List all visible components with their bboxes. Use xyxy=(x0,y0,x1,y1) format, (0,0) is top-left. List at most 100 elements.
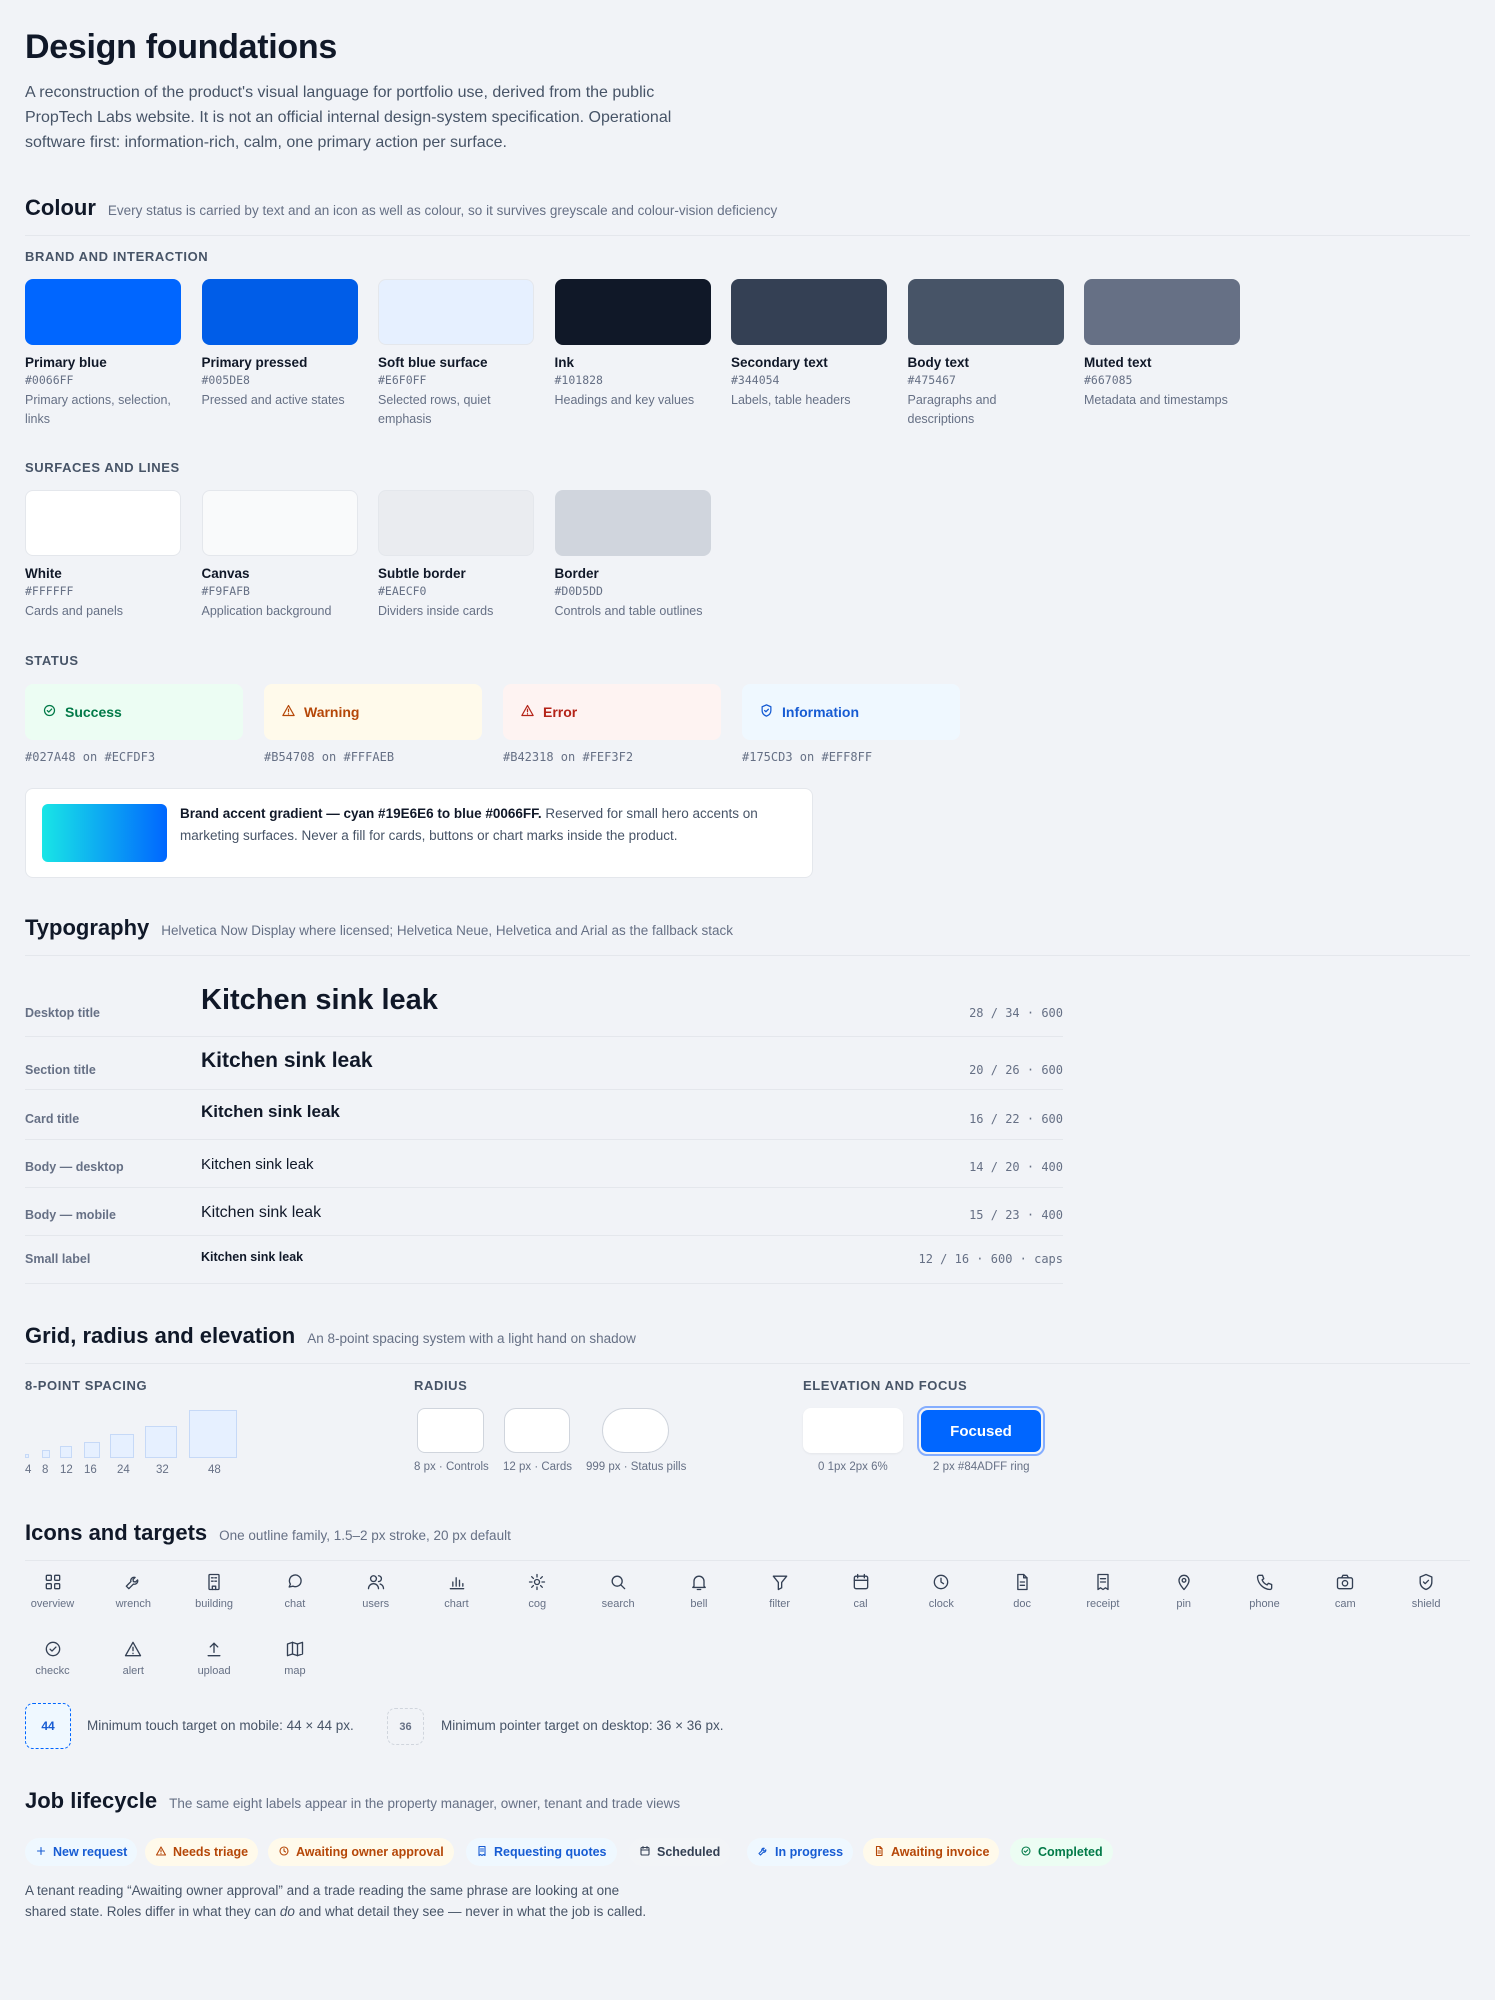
clock-icon xyxy=(901,1572,982,1592)
icons-desc: One outline family, 1.5–2 px stroke, 20 … xyxy=(219,1528,511,1543)
swatch-hex: #EAECF0 xyxy=(378,584,427,598)
icon-tile: bell xyxy=(658,1572,739,1610)
users-icon xyxy=(335,1572,416,1592)
status-box: Information xyxy=(742,684,960,740)
colour-swatch: Secondary text #344054 Labels, table heade… xyxy=(731,279,887,410)
swatch-color xyxy=(201,490,358,556)
chip-label: Requesting quotes xyxy=(494,1845,607,1859)
page-title: Design foundations xyxy=(25,28,337,66)
type-spec: 28 / 34 · 600 xyxy=(969,1006,1063,1020)
status-chip: In progress xyxy=(747,1838,854,1866)
swatch-color xyxy=(25,490,181,556)
type-sample: Kitchen sink leak xyxy=(201,1250,304,1264)
map-icon xyxy=(254,1639,335,1659)
colour-desc: Every status is carried by text and an i… xyxy=(107,203,778,218)
status-label: Error xyxy=(543,704,578,720)
check-circle-icon xyxy=(42,703,65,721)
chip-label: Scheduled xyxy=(657,1845,721,1859)
elevation-heading: ELEVATION AND FOCUS xyxy=(803,1378,968,1393)
swatch-desc: Selected rows, quiet emphasis xyxy=(378,393,491,426)
colour-swatch: White #FFFFFF Cards and panels xyxy=(25,490,181,621)
icon-label: users xyxy=(362,1598,390,1610)
calendar-icon xyxy=(639,1845,657,1860)
colour-swatch: Primary blue #0066FF Primary actions, sele… xyxy=(25,279,181,429)
receipt-icon xyxy=(1062,1572,1143,1592)
overview-icon xyxy=(12,1572,93,1592)
colour-swatch: Ink #101828 Headings and key values xyxy=(554,279,711,410)
bell-icon xyxy=(658,1572,739,1592)
icon-label: receipt xyxy=(1086,1598,1120,1610)
icon-label: clock xyxy=(928,1598,954,1610)
swatch-hex: #0066FF xyxy=(25,373,74,387)
chip-label: New request xyxy=(53,1845,128,1859)
type-spec: 15 / 23 · 400 xyxy=(969,1208,1063,1222)
swatch-hex: #F9FAFB xyxy=(201,584,250,598)
swatch-desc: Application background xyxy=(201,604,332,618)
colour-swatch: Primary pressed #005DE8 Pressed and active… xyxy=(201,279,358,410)
icon-tile: checkc xyxy=(12,1639,93,1677)
grid-title: Grid, radius and elevation xyxy=(25,1323,296,1348)
colour-swatch: Soft blue surface #E6F0FF Selected rows, q… xyxy=(378,279,534,429)
gradient-title: Brand accent gradient — cyan #19E6E6 to … xyxy=(180,806,542,821)
pin-icon xyxy=(1143,1572,1224,1592)
icon-tile: receipt xyxy=(1062,1572,1143,1610)
type-sample: Kitchen sink leak xyxy=(201,984,438,1016)
type-label: Body — desktop xyxy=(25,1160,124,1174)
typography-section-header: Typography Helvetica Now Display where l… xyxy=(25,915,1470,956)
swatch-desc: Paragraphs and descriptions xyxy=(907,393,997,426)
swatch-hex: #005DE8 xyxy=(201,373,250,387)
swatch-desc: Controls and table outlines xyxy=(554,604,703,618)
spacing-value: 16 xyxy=(84,1464,97,1476)
type-sample: Kitchen sink leak xyxy=(201,1102,340,1121)
type-row: Body — desktop Kitchen sink leak 14 / 20 ·… xyxy=(25,1140,1063,1188)
elevation-sample xyxy=(803,1408,903,1453)
status-chip: Awaiting invoice xyxy=(863,1838,1000,1866)
chip-label: Completed xyxy=(1038,1845,1103,1859)
chat-icon xyxy=(254,1572,335,1592)
swatch-hex: #667085 xyxy=(1084,373,1133,387)
colour-swatch: Canvas #F9FAFB Application background xyxy=(201,490,358,621)
icon-label: chat xyxy=(284,1598,306,1610)
wrench-icon xyxy=(757,1845,775,1860)
typography-desc: Helvetica Now Display where licensed; He… xyxy=(161,923,734,938)
gradient-card: Brand accent gradient — cyan #19E6E6 to … xyxy=(25,788,813,878)
icon-label: shield xyxy=(1411,1598,1441,1610)
status-swatch: Error #B42318 on #FEF3F2 xyxy=(503,684,721,764)
status-code: #027A48 on #ECFDF3 xyxy=(25,750,156,764)
colour-title: Colour xyxy=(25,195,96,220)
type-sample: Kitchen sink leak xyxy=(201,1204,322,1221)
spacing-block xyxy=(145,1426,177,1458)
swatch-hex: #D0D5DD xyxy=(554,584,603,598)
touch-target-sample: 44 xyxy=(25,1703,71,1749)
doc-icon xyxy=(873,1845,891,1860)
swatch-name: Canvas xyxy=(201,566,250,581)
swatch-hex: #475467 xyxy=(907,373,956,387)
radius-8-sample xyxy=(417,1408,484,1453)
type-label: Section title xyxy=(25,1063,96,1077)
swatch-color xyxy=(201,279,358,345)
chip-label: In progress xyxy=(775,1845,844,1859)
status-chip: Awaiting owner approval xyxy=(268,1838,454,1866)
swatch-desc: Metadata and timestamps xyxy=(1084,393,1228,407)
icon-label: bell xyxy=(690,1598,708,1610)
icon-label: checkc xyxy=(35,1665,70,1677)
wrench-icon xyxy=(93,1572,174,1592)
chip-label: Awaiting invoice xyxy=(891,1845,990,1859)
swatch-color xyxy=(554,490,711,556)
type-label: Card title xyxy=(25,1112,80,1126)
checkc-icon xyxy=(12,1639,93,1659)
alert-icon xyxy=(520,703,543,721)
icon-tile: cal xyxy=(820,1572,901,1610)
type-label: Small label xyxy=(25,1252,91,1266)
intro-paragraph: A reconstruction of the product's visual… xyxy=(25,84,672,151)
touch-target-text: Minimum touch target on mobile: 44 × 44 … xyxy=(87,1718,354,1733)
swatch-desc: Labels, table headers xyxy=(731,393,851,407)
search-icon xyxy=(578,1572,659,1592)
icon-label: filter xyxy=(769,1598,791,1610)
colour-section-header: Colour Every status is carried by text a… xyxy=(25,195,1470,236)
upload-icon xyxy=(174,1639,255,1659)
status-chip: New request xyxy=(25,1838,138,1866)
status-code: #175CD3 on #EFF8FF xyxy=(742,750,873,764)
focused-button[interactable]: Focused xyxy=(921,1410,1041,1452)
icon-tile: cog xyxy=(497,1572,578,1610)
